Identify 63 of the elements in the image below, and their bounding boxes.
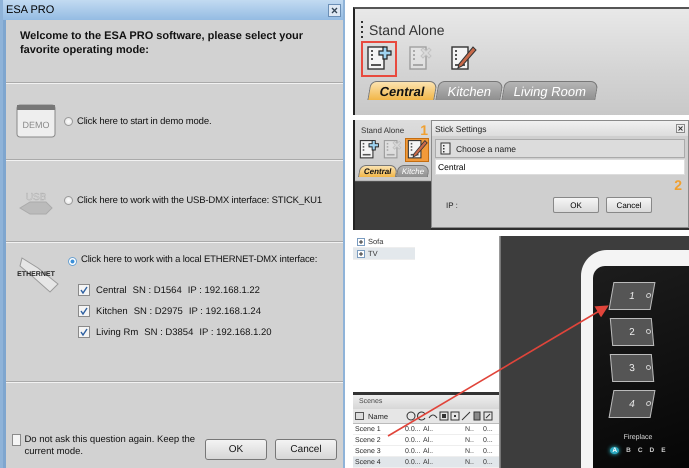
refresh-icon — [417, 411, 427, 421]
ip-address: IP : 192.168.1.24 — [188, 306, 262, 316]
dialog-button[interactable]: Cancel — [606, 197, 652, 213]
dialog-button[interactable]: OK — [205, 439, 267, 460]
serial-number: SN : D3854 — [144, 326, 194, 338]
device-name: Kitchen — [96, 306, 128, 316]
radio-button[interactable] — [64, 116, 73, 126]
name-field[interactable]: Central — [435, 159, 685, 175]
mode-label: Click here to work with the USB-DMX interface: STICK_KU1 — [77, 195, 322, 206]
led-dot — [646, 329, 652, 334]
radio-button[interactable] — [68, 257, 77, 266]
expand-icon — [357, 250, 365, 258]
demo-window-icon: DEMO — [16, 104, 56, 138]
step-number: 1 — [420, 122, 428, 138]
radio-button[interactable] — [64, 196, 73, 205]
led-dot — [646, 365, 652, 370]
device-name: Living Rm — [96, 326, 138, 338]
add-button[interactable] — [361, 41, 397, 77]
check-icon — [79, 306, 89, 316]
checkbox[interactable] — [78, 284, 90, 296]
close-button[interactable] — [676, 124, 685, 133]
dialog-button[interactable]: Cancel — [275, 439, 337, 460]
check-icon — [79, 285, 89, 295]
panel-title: Stand Alone — [361, 126, 404, 134]
document-pen-icon — [406, 139, 428, 161]
square-icon — [439, 411, 449, 421]
keypad-button[interactable]: 4 — [608, 390, 656, 418]
checkbox[interactable] — [78, 305, 90, 317]
check-icon — [79, 327, 89, 337]
ip-address: IP : 192.168.1.20 — [199, 326, 272, 338]
tab[interactable]: Central — [358, 165, 398, 177]
mode-label: Click here to work with a local ETHERNET-DMX interface: — [81, 254, 318, 265]
document-icon — [440, 142, 451, 155]
welcome-heading: Welcome to the ESA PRO software, please select your favorite operating mode: — [20, 29, 304, 57]
window-title: ESA PRO — [6, 4, 54, 16]
close-icon — [330, 6, 339, 14]
keypad-button[interactable]: 2 — [610, 318, 654, 346]
ramp-icon — [461, 411, 471, 421]
dialog-title: Stick Settings — [435, 124, 486, 134]
led-dot — [646, 401, 652, 406]
ip-address: IP : 192.168.1.22 — [188, 284, 260, 296]
dot-square-icon — [450, 411, 460, 421]
document-cross-icon — [382, 139, 404, 161]
step-number: 2 — [674, 177, 682, 193]
document-plus-icon — [358, 139, 380, 161]
ip-label: IP : — [446, 200, 459, 210]
panel-title: Stand Alone — [369, 22, 445, 38]
dialog-button[interactable]: OK — [553, 197, 599, 213]
led-dot — [646, 293, 652, 298]
close-icon — [677, 125, 684, 132]
serial-number: SN : D1564 — [132, 284, 182, 296]
checkbox[interactable] — [78, 326, 90, 338]
close-button[interactable] — [328, 4, 341, 16]
mode-label: Click here to start in demo mode. — [77, 116, 212, 126]
checkbox[interactable] — [12, 434, 22, 446]
tab[interactable]: Central — [367, 81, 438, 100]
device-name: Central — [96, 284, 127, 296]
edit-button[interactable] — [405, 138, 429, 162]
serial-number: SN : D2975 — [134, 306, 183, 316]
section-title: Choose a name — [456, 144, 516, 154]
keypad-button[interactable]: 3 — [610, 354, 654, 382]
keypad-button[interactable]: 1 — [608, 282, 656, 310]
checkbox-label: Do not ask this question again. Keep the current mode. — [24, 434, 196, 458]
